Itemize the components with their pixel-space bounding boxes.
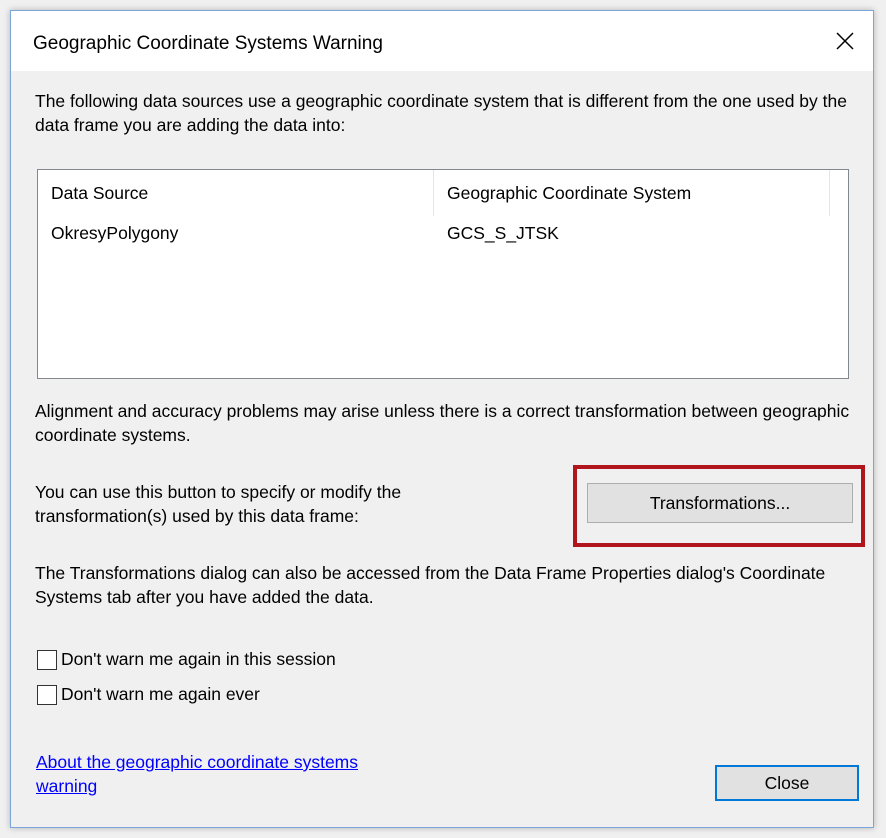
- table-row[interactable]: OkresyPolygony GCS_S_JTSK: [38, 218, 848, 248]
- column-header-gcs[interactable]: Geographic Coordinate System: [434, 170, 830, 216]
- checkbox-session[interactable]: [37, 649, 57, 670]
- checkbox-ever-label[interactable]: Don't warn me again ever: [61, 684, 260, 705]
- cell-gcs: GCS_S_JTSK: [447, 223, 559, 243]
- title-close-button[interactable]: [823, 21, 867, 61]
- intro-text: The following data sources use a geograp…: [35, 91, 847, 135]
- cell-data-source: OkresyPolygony: [51, 223, 179, 243]
- dialog-title: Geographic Coordinate Systems Warning: [33, 33, 383, 54]
- transformations-button[interactable]: Transformations...: [587, 483, 853, 523]
- checkbox-session-label[interactable]: Don't warn me again in this session: [61, 649, 336, 670]
- checkbox-ever[interactable]: [37, 684, 57, 705]
- column-header-data-source[interactable]: Data Source: [38, 170, 434, 216]
- button-hint-text: You can use this button to specify or mo…: [35, 482, 402, 526]
- close-button[interactable]: Close: [715, 765, 859, 801]
- warning-dialog: Geographic Coordinate Systems Warning Th…: [10, 10, 874, 828]
- close-icon: [836, 32, 854, 50]
- checkbox-row-session[interactable]: Don't warn me again in this session: [37, 649, 336, 670]
- alignment-text: Alignment and accuracy problems may aris…: [35, 401, 850, 445]
- checkbox-row-ever[interactable]: Don't warn me again ever: [37, 684, 260, 705]
- help-link[interactable]: About the geographic coordinate systems …: [36, 750, 376, 798]
- title-bar: Geographic Coordinate Systems Warning: [11, 11, 873, 71]
- data-sources-list[interactable]: Data Source Geographic Coordinate System…: [37, 169, 849, 379]
- dialog-note-text: The Transformations dialog can also be a…: [35, 563, 826, 607]
